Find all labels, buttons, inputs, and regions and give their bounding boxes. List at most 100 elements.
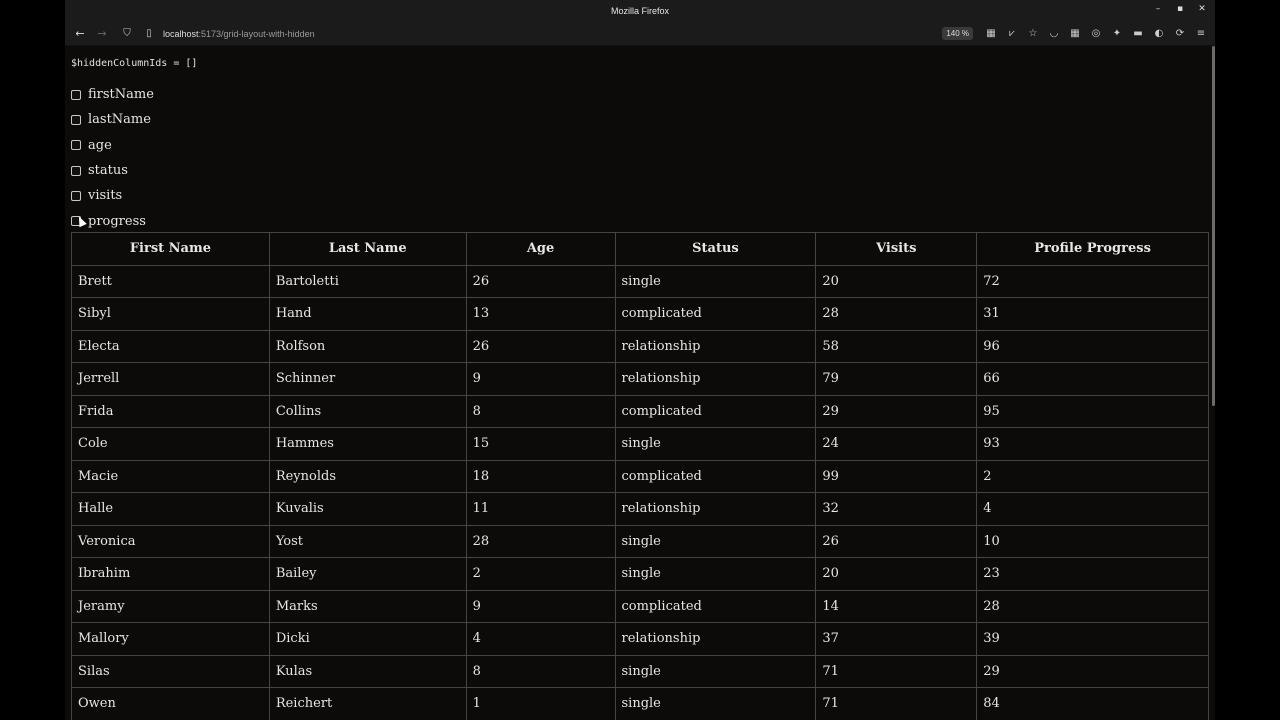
column-header: Age — [465, 232, 616, 266]
column-header: Last Name — [268, 232, 467, 266]
table-cell: single — [614, 687, 817, 720]
table-cell: Hand — [268, 297, 467, 331]
table-cell: 2 — [976, 459, 1209, 493]
table-cell: complicated — [614, 459, 817, 493]
checkbox-box[interactable] — [71, 190, 81, 201]
table-row: Halle Kuvalis 11 relationship 32 4 — [71, 492, 1209, 526]
minimize-icon[interactable]: – — [1153, 4, 1163, 14]
table-cell: Collins — [268, 394, 467, 428]
table-body: Brett Bartoletti 26 single 20 72 Sibyl Hand 13 co… — [71, 264, 1209, 720]
menu-icon[interactable]: ≡ — [1193, 26, 1209, 42]
apps-icon[interactable]: ▦ — [1067, 26, 1083, 42]
column-header: Profile Progress — [976, 232, 1209, 266]
checkbox-visits[interactable]: visits — [71, 183, 154, 208]
table-cell: Dicki — [268, 622, 467, 656]
table-cell: 10 — [976, 524, 1209, 558]
table-cell: 28 — [465, 524, 616, 558]
table-cell: 29 — [815, 394, 978, 428]
checkbox-label: age — [88, 137, 112, 153]
table-cell: Kulas — [268, 654, 467, 688]
table-cell: 26 — [465, 329, 616, 363]
toolbar-icons: ▦ ⩗ ☆ ◡ ▦ ◎ ✦ ▬ ◐ ⟳ ≡ — [983, 26, 1209, 42]
page-scrollbar[interactable] — [1212, 46, 1215, 720]
table-row: Owen Reichert 1 single 71 84 — [71, 687, 1209, 720]
zoom-level[interactable]: 140 % — [942, 27, 973, 40]
table-cell: relationship — [614, 622, 817, 656]
table-cell: 99 — [815, 459, 978, 493]
table-row: Ibrahim Bailey 2 single 20 23 — [71, 557, 1209, 591]
checkbox-label: lastName — [88, 112, 151, 128]
column-header: Status — [614, 232, 817, 266]
checkbox-box[interactable] — [71, 165, 81, 176]
checkbox-box[interactable] — [71, 114, 81, 125]
table-row: Frida Collins 8 complicated 29 95 — [71, 394, 1209, 428]
checkbox-box[interactable] — [71, 140, 81, 151]
table-cell: 95 — [976, 394, 1209, 428]
table-cell: 1 — [465, 687, 616, 720]
forward-icon[interactable]: → — [93, 25, 111, 43]
table-cell: 71 — [815, 687, 978, 720]
table-cell: Mallory — [71, 622, 270, 656]
table-cell: relationship — [614, 329, 817, 363]
table-cell: Hammes — [268, 427, 467, 461]
table-cell: Halle — [71, 492, 270, 526]
table-cell: 58 — [815, 329, 978, 363]
reader-icon[interactable]: ⩗ — [1004, 26, 1020, 42]
table-cell: Frida — [71, 394, 270, 428]
checkbox-label: firstName — [88, 87, 154, 103]
bookmark-star-icon[interactable]: ☆ — [1025, 26, 1041, 42]
table-cell: Kuvalis — [268, 492, 467, 526]
profile-icon[interactable]: ◐ — [1151, 26, 1167, 42]
scrollbar-thumb[interactable] — [1212, 46, 1215, 406]
column-header: Visits — [815, 232, 978, 266]
flag-icon[interactable]: ▬ — [1130, 26, 1146, 42]
table-cell: single — [614, 654, 817, 688]
checkbox-age[interactable]: age — [71, 133, 154, 158]
table-cell: 9 — [465, 589, 616, 623]
grid-icon[interactable]: ▦ — [983, 26, 999, 42]
title-bar: Mozilla Firefox – ▪ ✕ — [65, 0, 1215, 22]
close-icon[interactable]: ✕ — [1197, 4, 1207, 14]
table-cell: Macie — [71, 459, 270, 493]
table-cell: Brett — [71, 264, 270, 298]
table-cell: 15 — [465, 427, 616, 461]
table-cell: complicated — [614, 394, 817, 428]
table-cell: 20 — [815, 557, 978, 591]
table-cell: 28 — [976, 589, 1209, 623]
table-row: Brett Bartoletti 26 single 20 72 — [71, 264, 1209, 298]
table-cell: Silas — [71, 654, 270, 688]
table-cell: Jeramy — [71, 589, 270, 623]
table-cell: 66 — [976, 362, 1209, 396]
table-row: Jeramy Marks 9 complicated 14 28 — [71, 589, 1209, 623]
table-cell: Jerrell — [71, 362, 270, 396]
table-cell: Veronica — [71, 524, 270, 558]
checkbox-status[interactable]: status — [71, 158, 154, 183]
back-icon[interactable]: ← — [71, 25, 89, 43]
table-cell: 18 — [465, 459, 616, 493]
table-row: Macie Reynolds 18 complicated 99 2 — [71, 459, 1209, 493]
table-cell: 96 — [976, 329, 1209, 363]
table-cell: single — [614, 427, 817, 461]
shield-icon[interactable]: ⛉ — [119, 26, 135, 42]
table-row: Mallory Dicki 4 relationship 37 39 — [71, 622, 1209, 656]
sync-icon[interactable]: ⟳ — [1172, 26, 1188, 42]
table-cell: single — [614, 557, 817, 591]
checkbox-label: visits — [88, 188, 123, 204]
table-cell: 8 — [465, 394, 616, 428]
extensions-icon[interactable]: ✦ — [1109, 26, 1125, 42]
checkbox-box[interactable] — [71, 89, 81, 100]
table-cell: 71 — [815, 654, 978, 688]
checkbox-lastName[interactable]: lastName — [71, 107, 154, 132]
hidden-column-ids-readout: $hiddenColumnIds = [] — [71, 58, 198, 69]
maximize-icon[interactable]: ▪ — [1175, 4, 1185, 14]
pocket-icon[interactable]: ◡ — [1046, 26, 1062, 42]
table-cell: Bartoletti — [268, 264, 467, 298]
table-cell: Marks — [268, 589, 467, 623]
mask-icon[interactable]: ◎ — [1088, 26, 1104, 42]
address-bar[interactable]: ⛉ ▯ localhost:5173/grid-layout-with-hidd… — [115, 25, 938, 43]
url-text[interactable]: localhost:5173/grid-layout-with-hidden — [163, 29, 315, 39]
checkbox-firstName[interactable]: firstName — [71, 82, 154, 107]
table-cell: Ibrahim — [71, 557, 270, 591]
table-row: Sibyl Hand 13 complicated 28 31 — [71, 297, 1209, 331]
data-table: First Name Last Name Age Status Visits Profil… — [71, 232, 1209, 720]
